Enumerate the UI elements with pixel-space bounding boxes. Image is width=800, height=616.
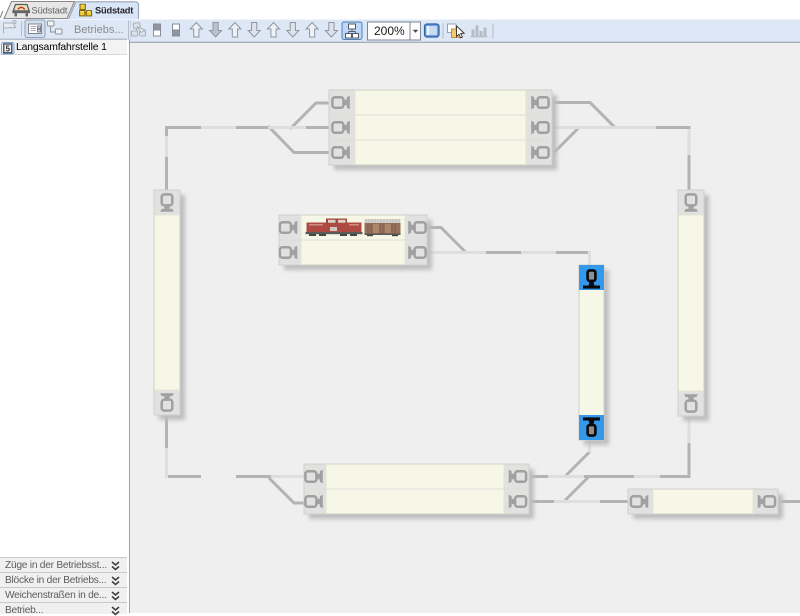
svg-text:Südstadt: Südstadt bbox=[95, 6, 133, 16]
svg-text:200%: 200% bbox=[374, 24, 405, 38]
svg-text:Betriebs...: Betriebs... bbox=[74, 24, 124, 36]
svg-text:5: 5 bbox=[6, 44, 11, 53]
svg-text:Südstadt: Südstadt bbox=[32, 6, 68, 16]
